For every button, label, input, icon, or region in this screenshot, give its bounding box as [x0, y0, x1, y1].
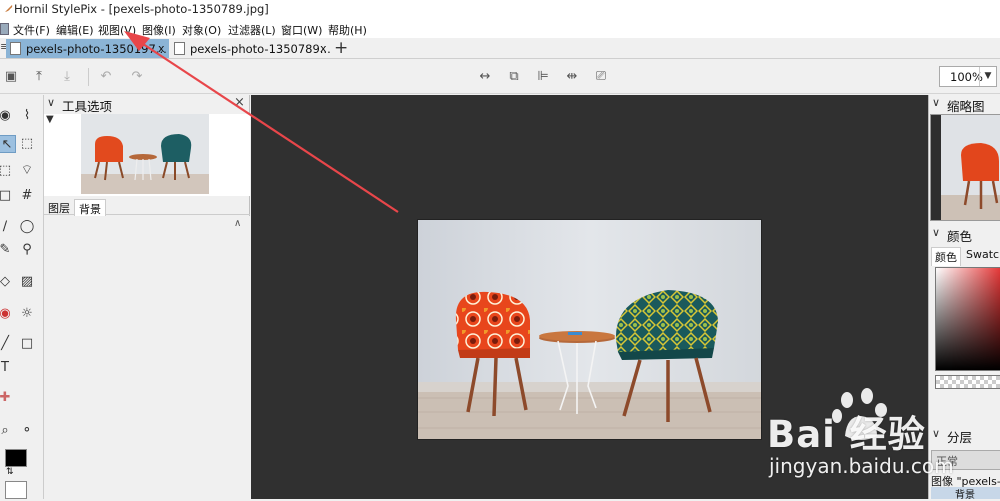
alpha-slider[interactable] [935, 375, 1000, 389]
close-icon[interactable]: × [234, 95, 245, 110]
app-doc-icon [0, 23, 9, 35]
photo-chairs [418, 220, 761, 439]
zoom-value: 100% [950, 70, 983, 84]
zoom-select[interactable]: 100% ▼ [939, 66, 997, 87]
pattern-icon[interactable]: ▨ [18, 273, 36, 291]
preview-photo [81, 114, 209, 194]
tab-close-icon[interactable]: x [320, 42, 327, 55]
undo-icon[interactable]: ↶ [97, 68, 115, 86]
tool-options-header[interactable]: ∨ 工具选项 × [44, 95, 249, 114]
navigator-photo [931, 115, 1000, 220]
tab-label: pexels-photo-1350789... [190, 41, 331, 56]
canvas-area[interactable] [251, 95, 928, 499]
sun-icon[interactable]: ☼ [18, 305, 36, 323]
new-document-icon[interactable]: ▣ [2, 68, 20, 86]
upload-icon[interactable]: ⤒ [30, 68, 48, 86]
navigator-header[interactable]: ∨ 缩略图 [929, 95, 1000, 114]
layers-header[interactable]: ∨ 分层 [929, 426, 1000, 445]
menu-object[interactable]: 对象(O) [182, 22, 221, 38]
crop-icon[interactable]: # [18, 187, 36, 205]
menu-image[interactable]: 图像(I) [142, 22, 176, 38]
title-bar: Hornil StylePix - [pexels-photo-1350789.… [0, 0, 1000, 20]
panel-title: 颜色 [947, 229, 973, 244]
foreground-color-swatch[interactable] [5, 449, 27, 467]
eye-icon[interactable]: ◉ [0, 107, 14, 125]
download-icon[interactable]: ⤓ [58, 68, 76, 86]
new-tab-button[interactable]: + [334, 38, 348, 58]
tool-options-panel: ∨ 工具选项 × ▼ 图层 背景 ∧ [44, 95, 250, 499]
layer-row-background[interactable]: 背景 [931, 487, 1000, 501]
chevron-down-icon[interactable]: ∨ [932, 96, 940, 109]
tab-close-icon[interactable]: x [158, 42, 165, 55]
toolbox: ◉ ⌇ ↖ ⬚ ⬚ ⌔ □ # ∕ ◯ ✎ ⚲ ◇ ▨ ◉ ☼ ╱ □ T ✚ … [0, 95, 44, 499]
screen-icon[interactable]: ⎚ [592, 68, 610, 86]
toolbar-divider [88, 68, 89, 86]
image-canvas[interactable] [417, 219, 762, 440]
pencil-icon[interactable]: ✎ [0, 241, 14, 259]
layer-preview: ▼ [44, 114, 250, 196]
paperclip-icon[interactable]: ⌇ [18, 107, 36, 125]
tab-label: pexels-photo-1350197... [26, 41, 167, 56]
document-icon [174, 42, 185, 55]
menu-bar: 文件(F) 编辑(E) 视图(V) 图像(I) 对象(O) 过滤器(L) 窗口(… [0, 20, 1000, 38]
menu-window[interactable]: 窗口(W) [281, 22, 322, 38]
menu-file[interactable]: 文件(F) [13, 22, 50, 38]
tab-color[interactable]: 颜色 [931, 247, 961, 266]
align-left-icon[interactable]: ⊫ [534, 68, 552, 86]
chevron-up-icon[interactable]: ∧ [234, 218, 241, 229]
rect-select-icon[interactable]: ⬚ [0, 162, 14, 180]
move-icon[interactable]: □ [0, 187, 14, 205]
chevron-down-icon[interactable]: ∨ [932, 226, 940, 239]
bandage-icon[interactable]: ✚ [0, 389, 14, 407]
color-header[interactable]: ∨ 颜色 [929, 225, 1000, 244]
eyedropper-icon[interactable]: ⚬ [18, 422, 36, 440]
crop-select-icon[interactable]: ⬚ [18, 135, 36, 153]
clone-icon[interactable]: ⚲ [18, 241, 36, 259]
tab-layers[interactable]: 图层 [44, 199, 74, 217]
panel-title: 工具选项 [62, 99, 113, 114]
redo-icon[interactable]: ↷ [128, 68, 146, 86]
distribute-icon[interactable]: ⇹ [563, 68, 581, 86]
menu-edit[interactable]: 编辑(E) [56, 22, 94, 38]
menu-view[interactable]: 视图(V) [98, 22, 136, 38]
swap-colors-icon[interactable]: ⇅ [6, 467, 14, 477]
right-dock: ∨ 缩略图 ∨ 颜色 颜色 Swatch ∨ 分层 正常 图像 "pexels-… [928, 95, 1000, 501]
chevron-down-icon[interactable]: ▼ [979, 67, 996, 86]
eraser-icon[interactable]: ◇ [0, 273, 14, 291]
document-icon [10, 42, 21, 55]
main-toolbar: ▣ ⤒ ⤓ ↶ ↷ ↔ ⧉ ⊫ ⇹ ⎚ 100% ▼ [0, 60, 1000, 94]
background-color-swatch[interactable] [5, 481, 27, 499]
red-eye-icon[interactable]: ◉ [0, 305, 14, 323]
brush-icon[interactable]: ∕ [0, 218, 14, 236]
tab-swatch[interactable]: Swatch [963, 247, 1000, 262]
preview-toggle-icon[interactable]: ▼ [46, 114, 54, 125]
flip-horizontal-icon[interactable]: ↔ [476, 68, 494, 86]
window-title: Hornil StylePix - [pexels-photo-1350789.… [14, 2, 269, 16]
text-icon[interactable]: T [0, 359, 14, 377]
panel-title: 分层 [947, 430, 973, 445]
tool-options-body: ∧ [44, 216, 250, 499]
document-tab-bar: ≡ pexels-photo-1350197... x pexels-photo… [0, 38, 1000, 59]
chevron-down-icon[interactable]: ∨ [47, 96, 55, 109]
shape-icon[interactable]: ◯ [18, 218, 36, 236]
menu-filter[interactable]: 过滤器(L) [228, 22, 276, 38]
preview-thumbnail [81, 114, 209, 194]
line-icon[interactable]: ╱ [0, 335, 14, 353]
navigator-thumbnail[interactable] [930, 114, 1000, 221]
pointer-tool-icon[interactable]: ↖ [0, 135, 16, 153]
layer-tabs: 图层 背景 [44, 197, 250, 218]
lasso-icon[interactable]: ⌔ [18, 162, 36, 180]
color-picker-field[interactable] [935, 267, 1000, 371]
panel-title: 缩略图 [947, 99, 985, 114]
tab-pexels-1350789[interactable]: pexels-photo-1350789... x [170, 39, 331, 58]
menu-help[interactable]: 帮助(H) [328, 22, 367, 38]
color-tabs: 颜色 Swatch [929, 245, 1000, 266]
arrange-icon[interactable]: ⧉ [505, 68, 523, 86]
chevron-down-icon[interactable]: ∨ [932, 427, 940, 440]
blend-mode-select[interactable]: 正常 [931, 450, 1000, 470]
rectangle-icon[interactable]: □ [18, 335, 36, 353]
app-feather-icon [3, 5, 13, 14]
tab-pexels-1350197[interactable]: pexels-photo-1350197... x [6, 39, 169, 58]
zoom-icon[interactable]: ⌕ [0, 422, 14, 440]
